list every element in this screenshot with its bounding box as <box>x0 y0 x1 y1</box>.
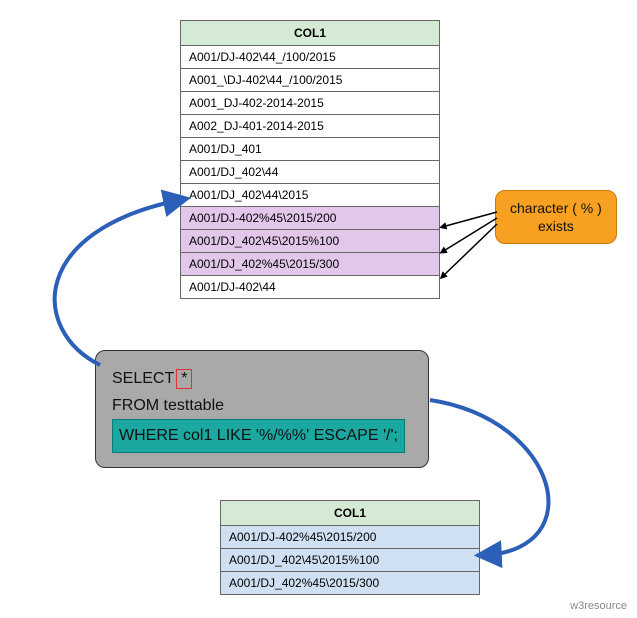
sql-query-box: SELECT* FROM testtable WHERE col1 LIKE '… <box>95 350 429 468</box>
sql-select-line: SELECT* <box>112 365 412 392</box>
sql-where-line: WHERE col1 LIKE '%/%%' ESCAPE '/'; <box>112 419 405 452</box>
result-row: A001/DJ_402\45\2015%100 <box>221 549 480 572</box>
source-header: COL1 <box>181 21 440 46</box>
attribution: w3resource <box>570 600 627 612</box>
source-row: A002_DJ-401-2014-2015 <box>181 115 440 138</box>
source-row: A001_\DJ-402\44_/100/2015 <box>181 69 440 92</box>
select-keyword: SELECT <box>112 370 174 387</box>
callout-line2: exists <box>510 217 602 235</box>
source-row: A001/DJ-402\44_/100/2015 <box>181 46 440 69</box>
source-row: A001/DJ_401 <box>181 138 440 161</box>
source-table: COL1 A001/DJ-402\44_/100/2015A001_\DJ-40… <box>180 20 440 299</box>
source-row: A001/DJ_402\44\2015 <box>181 184 440 207</box>
arrow-sql-to-source <box>55 200 180 365</box>
callout-arrow-2 <box>442 218 497 252</box>
result-table: COL1 A001/DJ-402%45\2015/200A001/DJ_402\… <box>220 500 480 595</box>
result-row: A001/DJ-402%45\2015/200 <box>221 526 480 549</box>
result-row: A001/DJ_402%45\2015/300 <box>221 572 480 595</box>
callout-line1: character ( % ) <box>510 199 602 217</box>
callout-arrow-1 <box>442 212 497 227</box>
source-row: A001/DJ-402%45\2015/200 <box>181 207 440 230</box>
source-row: A001/DJ_402\44 <box>181 161 440 184</box>
source-row: A001/DJ-402\44 <box>181 276 440 299</box>
callout-arrow-3 <box>442 224 497 277</box>
asterisk-box: * <box>176 369 192 389</box>
source-row: A001/DJ_402%45\2015/300 <box>181 253 440 276</box>
result-header: COL1 <box>221 501 480 526</box>
sql-from-line: FROM testtable <box>112 392 412 419</box>
source-row: A001_DJ-402-2014-2015 <box>181 92 440 115</box>
source-row: A001/DJ_402\45\2015%100 <box>181 230 440 253</box>
percent-callout: character ( % ) exists <box>495 190 617 244</box>
